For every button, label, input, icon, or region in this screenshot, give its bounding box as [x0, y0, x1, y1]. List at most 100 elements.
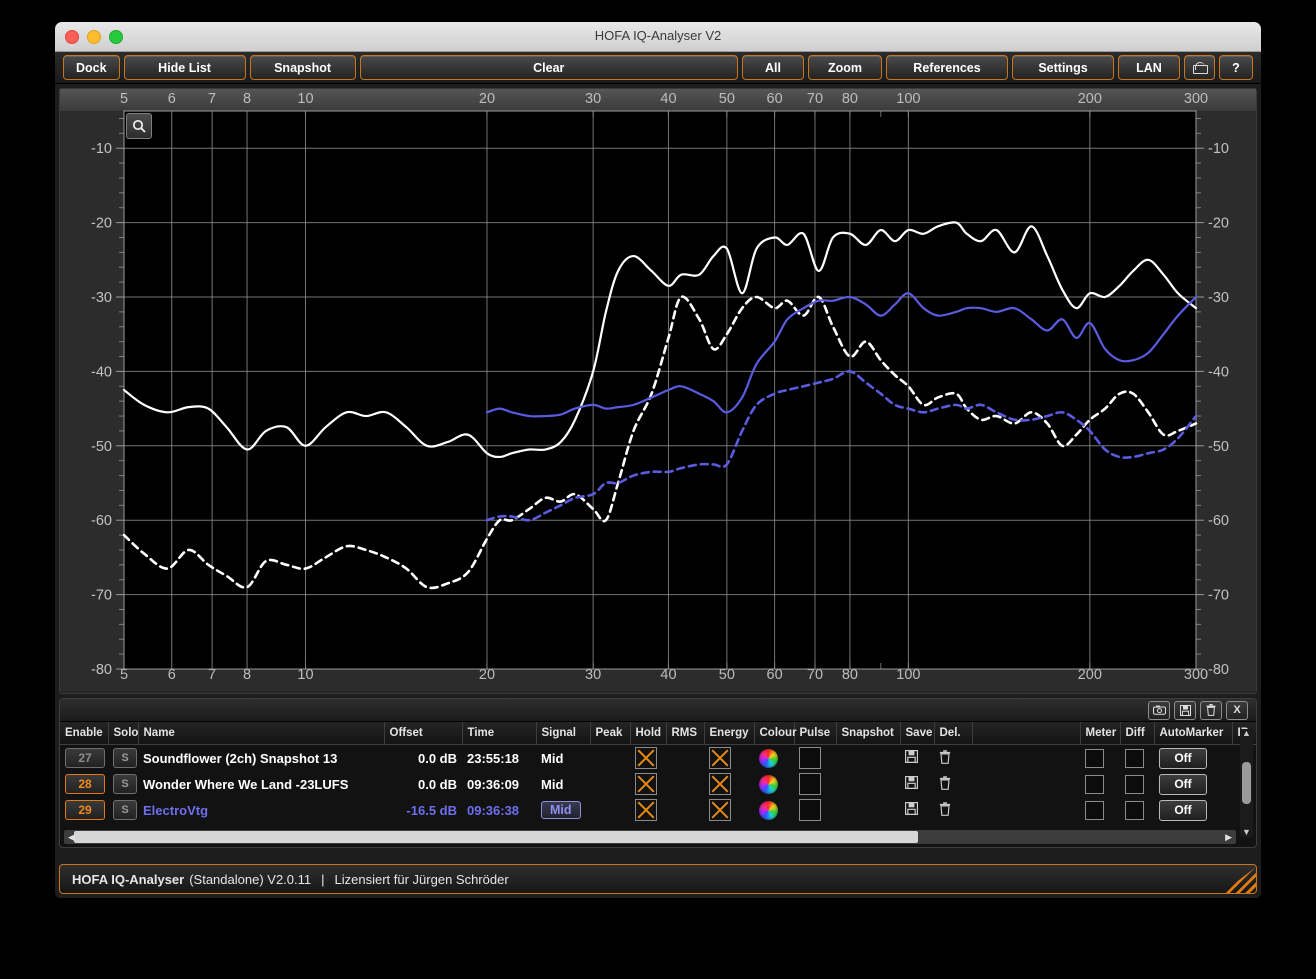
hold-x-icon[interactable]	[635, 747, 657, 769]
meter-cell[interactable]	[1080, 797, 1120, 823]
settings-button[interactable]: Settings	[1012, 55, 1114, 80]
automarker-cell[interactable]: Off	[1154, 771, 1232, 797]
energy-cell[interactable]	[704, 745, 754, 772]
meter-checkbox[interactable]	[1085, 801, 1104, 820]
energy-x-icon[interactable]	[709, 773, 731, 795]
diff-cell[interactable]	[1120, 745, 1154, 772]
help-button[interactable]: ?	[1219, 55, 1253, 80]
colour-cell[interactable]	[754, 797, 794, 823]
diff-checkbox[interactable]	[1125, 801, 1144, 820]
snapshot-cell[interactable]	[836, 745, 900, 772]
enable-cell[interactable]: 28	[60, 771, 108, 797]
peak-cell[interactable]	[590, 797, 630, 823]
pulse-cell[interactable]	[794, 797, 836, 823]
signal-cell[interactable]: Mid	[536, 771, 590, 797]
row-trash-icon[interactable]	[939, 776, 951, 790]
pulse-cell[interactable]	[794, 745, 836, 772]
enable-button[interactable]: 28	[65, 774, 105, 794]
close-list-button[interactable]: X	[1226, 701, 1248, 720]
pulse-cell[interactable]	[794, 771, 836, 797]
meter-cell[interactable]	[1080, 745, 1120, 772]
signal-mid-selected[interactable]: Mid	[541, 801, 581, 819]
graph-zoom-button[interactable]	[126, 113, 152, 139]
camera-button[interactable]	[1148, 701, 1170, 720]
snapshot-cell[interactable]	[836, 797, 900, 823]
diff-checkbox[interactable]	[1125, 749, 1144, 768]
enable-button[interactable]: 27	[65, 748, 105, 768]
del-cell[interactable]	[934, 745, 972, 772]
snapshot-button[interactable]: Snapshot	[250, 55, 356, 80]
list-horizontal-scrollbar[interactable]: ◀ ▶	[64, 830, 1236, 844]
hold-cell[interactable]	[630, 797, 666, 823]
hold-x-icon[interactable]	[635, 773, 657, 795]
energy-x-icon[interactable]	[709, 747, 731, 769]
colour-cell[interactable]	[754, 771, 794, 797]
clear-button[interactable]: Clear	[360, 55, 738, 80]
table-row[interactable]: 29 S ElectroVtg -16.5 dB 09:36:38 Mid Of…	[60, 797, 1256, 823]
rms-cell[interactable]	[666, 771, 704, 797]
hscroll-thumb[interactable]	[74, 831, 918, 843]
rms-cell[interactable]	[666, 745, 704, 772]
row-save-icon[interactable]	[905, 776, 918, 789]
pulse-checkbox[interactable]	[799, 747, 821, 769]
hide-list-button[interactable]: Hide List	[124, 55, 246, 80]
colour-wheel-icon[interactable]	[759, 801, 778, 820]
solo-button[interactable]: S	[113, 748, 137, 768]
offset-cell[interactable]: 0.0 dB	[384, 745, 462, 772]
lan-button[interactable]: LAN	[1118, 55, 1180, 80]
solo-cell[interactable]: S	[108, 797, 138, 823]
save-cell[interactable]	[900, 797, 934, 823]
peak-cell[interactable]	[590, 745, 630, 772]
energy-cell[interactable]	[704, 797, 754, 823]
energy-x-icon[interactable]	[709, 799, 731, 821]
row-save-icon[interactable]	[905, 802, 918, 815]
colour-cell[interactable]	[754, 745, 794, 772]
scroll-up-arrow[interactable]: ▲	[1242, 729, 1251, 738]
pulse-checkbox[interactable]	[799, 799, 821, 821]
solo-button[interactable]: S	[113, 800, 137, 820]
all-button[interactable]: All	[742, 55, 804, 80]
spectrum-graph[interactable]: 5566778810102020303040405050606070708080…	[59, 88, 1257, 694]
peak-cell[interactable]	[590, 771, 630, 797]
enable-cell[interactable]: 27	[60, 745, 108, 772]
offset-cell[interactable]: 0.0 dB	[384, 771, 462, 797]
hold-cell[interactable]	[630, 771, 666, 797]
rms-cell[interactable]	[666, 797, 704, 823]
meter-cell[interactable]	[1080, 771, 1120, 797]
row-trash-icon[interactable]	[939, 750, 951, 764]
pulse-checkbox[interactable]	[799, 773, 821, 795]
scroll-left-arrow[interactable]: ◀	[66, 832, 77, 843]
colour-wheel-icon[interactable]	[759, 775, 778, 794]
table-row[interactable]: 28 S Wonder Where We Land -23LUFS 0.0 dB…	[60, 771, 1256, 797]
list-vertical-scrollbar[interactable]: ▲ ▼	[1240, 729, 1253, 837]
spectrum-chart-canvas[interactable]: 5566778810102020303040405050606070708080…	[60, 89, 1256, 691]
save-cell[interactable]	[900, 745, 934, 772]
del-cell[interactable]	[934, 771, 972, 797]
colour-wheel-icon[interactable]	[759, 749, 778, 768]
meter-checkbox[interactable]	[1085, 749, 1104, 768]
diff-checkbox[interactable]	[1125, 775, 1144, 794]
lock-button[interactable]	[1184, 55, 1215, 80]
window-resize-grip[interactable]	[1222, 867, 1256, 893]
signal-cell[interactable]: Mid	[536, 797, 590, 823]
meter-checkbox[interactable]	[1085, 775, 1104, 794]
vscroll-thumb[interactable]	[1242, 762, 1251, 804]
diff-cell[interactable]	[1120, 797, 1154, 823]
offset-cell[interactable]: -16.5 dB	[384, 797, 462, 823]
scroll-right-arrow[interactable]: ▶	[1223, 832, 1234, 843]
diff-cell[interactable]	[1120, 771, 1154, 797]
del-cell[interactable]	[934, 797, 972, 823]
energy-cell[interactable]	[704, 771, 754, 797]
hold-cell[interactable]	[630, 745, 666, 772]
table-row[interactable]: 27 S Soundflower (2ch) Snapshot 13 0.0 d…	[60, 745, 1256, 772]
signal-cell[interactable]: Mid	[536, 745, 590, 772]
save-cell[interactable]	[900, 771, 934, 797]
signal-mid[interactable]: Mid	[541, 777, 563, 792]
dock-button[interactable]: Dock	[63, 55, 120, 80]
row-save-icon[interactable]	[905, 750, 918, 763]
snapshot-cell[interactable]	[836, 771, 900, 797]
row-trash-icon[interactable]	[939, 802, 951, 816]
scroll-down-arrow[interactable]: ▼	[1242, 828, 1251, 837]
zoom-toggle-button[interactable]: Zoom	[808, 55, 882, 80]
automarker-button[interactable]: Off	[1159, 774, 1207, 795]
